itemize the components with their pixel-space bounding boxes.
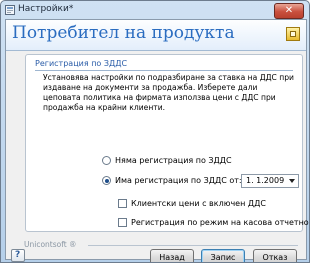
cancel-button[interactable]: Отказ bbox=[253, 249, 297, 262]
vat-registered-label[interactable]: Има регистрация по ЗДДС от: bbox=[115, 176, 242, 185]
brand-label: Unicontsoft ® bbox=[24, 240, 77, 249]
section-title: Регистрация по ЗДДС bbox=[35, 59, 128, 68]
dialog-body: Потребител на продукта Регистрация по ЗД… bbox=[5, 19, 309, 262]
help-button[interactable] bbox=[11, 249, 25, 262]
back-button[interactable]: Назад bbox=[150, 249, 194, 262]
footer-divider bbox=[88, 245, 298, 246]
close-button[interactable]: ✕ bbox=[274, 3, 304, 19]
save-button[interactable]: Запис bbox=[201, 249, 245, 262]
no-vat-radio[interactable] bbox=[102, 156, 111, 165]
vat-registration-section: Регистрация по ЗДДС Установява настройки… bbox=[25, 54, 309, 232]
chevron-down-icon[interactable] bbox=[289, 179, 295, 183]
window-frame-icon bbox=[286, 27, 300, 41]
title-bar[interactable]: Настройки* ✕ bbox=[1, 1, 309, 19]
section-divider bbox=[35, 70, 293, 71]
vat-date-picker[interactable]: 1. 1.2009 bbox=[241, 174, 299, 188]
prices-with-vat-checkbox[interactable] bbox=[118, 199, 127, 208]
no-vat-label[interactable]: Няма регистрация по ЗДДС bbox=[115, 156, 232, 165]
close-icon: ✕ bbox=[284, 5, 294, 16]
app-icon bbox=[5, 5, 15, 15]
cash-register-checkbox[interactable] bbox=[118, 218, 127, 227]
cash-register-label[interactable]: Регистрация по режим на касова отчетност bbox=[131, 218, 309, 227]
vat-date-value: 1. 1.2009 bbox=[246, 176, 285, 185]
prices-with-vat-label[interactable]: Клиентски цени с включен ДДС bbox=[131, 199, 266, 208]
settings-window: Настройки* ✕ Потребител на продукта Реги… bbox=[0, 0, 310, 263]
page-title: Потребител на продукта bbox=[12, 23, 235, 43]
vat-registered-radio[interactable] bbox=[102, 176, 111, 185]
window-title: Настройки* bbox=[18, 4, 74, 14]
page-header: Потребител на продукта bbox=[6, 20, 306, 51]
section-description: Установява настройки по подразбиране за … bbox=[43, 73, 294, 112]
